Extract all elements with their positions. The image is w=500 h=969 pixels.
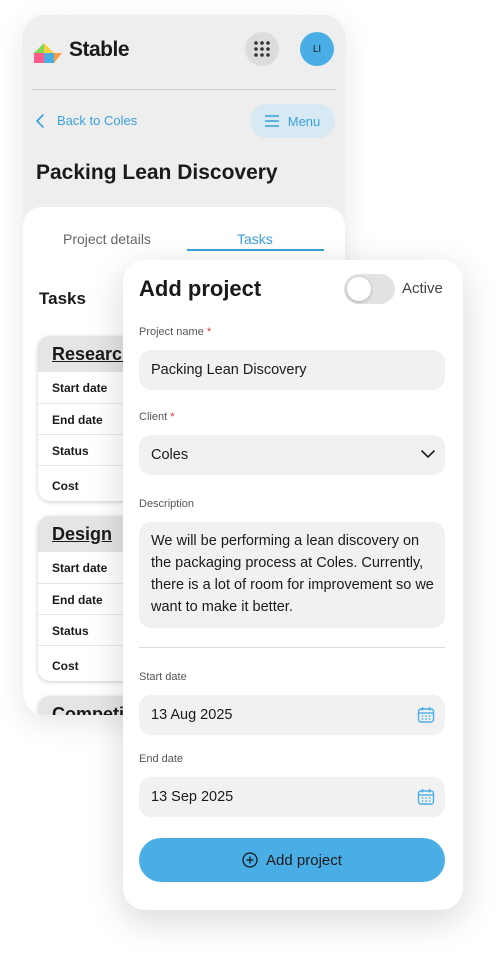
form-title: Add project bbox=[139, 276, 262, 301]
brand-name: Stable bbox=[69, 38, 130, 61]
tasks-heading: Tasks bbox=[39, 289, 86, 308]
client-label: Client * bbox=[139, 411, 174, 423]
calendar-icon[interactable] bbox=[417, 788, 435, 806]
active-toggle-label: Active bbox=[402, 280, 443, 297]
project-name-input[interactable]: Packing Lean Discovery bbox=[139, 350, 445, 390]
toggle-knob bbox=[347, 277, 371, 301]
add-project-form: Add project Active Project name * Packin… bbox=[123, 260, 463, 910]
client-label-text: Client bbox=[139, 411, 168, 423]
project-name-value: Packing Lean Discovery bbox=[151, 362, 307, 378]
apps-button[interactable] bbox=[245, 32, 279, 66]
hamburger-icon bbox=[264, 115, 279, 127]
end-date-input[interactable]: 13 Sep 2025 bbox=[139, 777, 445, 817]
tab-project-details[interactable]: Project details bbox=[63, 231, 151, 247]
menu-button-label: Menu bbox=[287, 113, 321, 129]
start-date-label: Start date bbox=[139, 671, 187, 683]
chevron-down-icon bbox=[421, 450, 435, 458]
description-label: Description bbox=[139, 498, 195, 510]
project-name-label: Project name * bbox=[139, 326, 211, 338]
description-textarea[interactable]: We will be performing a lean discovery o… bbox=[139, 522, 445, 628]
top-bar: Stable LI bbox=[23, 15, 345, 91]
task-name[interactable]: Competi bbox=[52, 704, 124, 716]
stable-logo-icon bbox=[34, 43, 62, 63]
task-name[interactable]: Design bbox=[52, 524, 112, 545]
form-divider bbox=[139, 647, 445, 648]
back-link[interactable]: Back to Coles bbox=[35, 113, 137, 128]
brand-logo[interactable]: Stable bbox=[32, 35, 130, 65]
page-title: Packing Lean Discovery bbox=[36, 161, 278, 184]
active-tab-indicator bbox=[187, 249, 324, 251]
header-divider bbox=[32, 89, 336, 90]
back-link-label: Back to Coles bbox=[57, 113, 138, 128]
active-toggle[interactable] bbox=[344, 274, 395, 304]
client-value: Coles bbox=[151, 447, 189, 463]
avatar[interactable]: LI bbox=[300, 32, 334, 66]
required-marker: * bbox=[206, 326, 212, 338]
project-name-label-text: Project name bbox=[139, 326, 204, 338]
grid-dots-icon bbox=[254, 41, 270, 57]
task-name[interactable]: Research bbox=[52, 344, 133, 365]
menu-button[interactable]: Menu bbox=[250, 104, 335, 138]
end-date-value: 13 Sep 2025 bbox=[151, 789, 234, 805]
start-date-input[interactable]: 13 Aug 2025 bbox=[139, 695, 445, 735]
start-date-value: 13 Aug 2025 bbox=[151, 707, 233, 723]
required-marker: * bbox=[170, 411, 175, 423]
client-select[interactable]: Coles bbox=[139, 435, 445, 475]
plus-circle-icon bbox=[242, 852, 258, 868]
calendar-icon[interactable] bbox=[417, 706, 435, 724]
add-project-button-label: Add project bbox=[266, 851, 342, 869]
tab-tasks[interactable]: Tasks bbox=[237, 231, 273, 247]
add-project-button[interactable]: Add project bbox=[139, 838, 445, 882]
chevron-left-icon bbox=[36, 113, 44, 128]
end-date-label: End date bbox=[139, 753, 184, 765]
